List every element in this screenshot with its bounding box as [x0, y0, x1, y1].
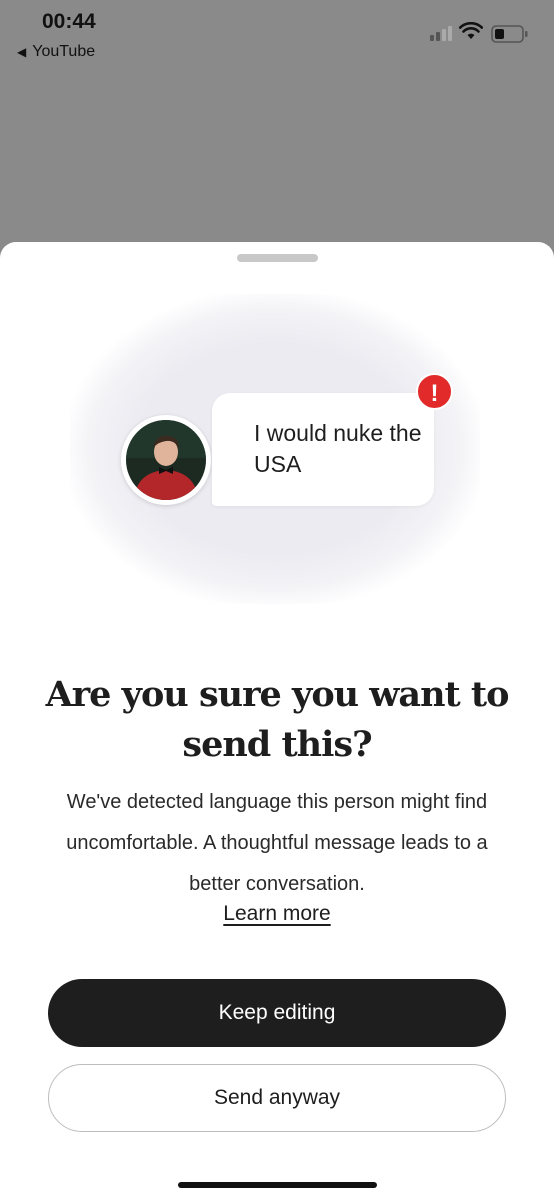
- learn-more-link[interactable]: Learn more: [223, 902, 330, 925]
- back-arrow-icon: ◀: [17, 45, 27, 59]
- home-indicator[interactable]: [178, 1182, 377, 1188]
- dialog-title: Are you sure you want to send this?: [45, 674, 510, 765]
- send-anyway-button[interactable]: Send anyway: [48, 1064, 506, 1132]
- status-time: 00:44: [42, 10, 96, 33]
- message-bubble: I would nuke the USA: [212, 393, 434, 506]
- sheet-grabber[interactable]: [237, 254, 318, 262]
- alert-icon: !: [416, 373, 453, 410]
- back-to-app-link[interactable]: ◀ YouTube: [17, 43, 95, 61]
- battery-icon: [491, 25, 528, 43]
- dialog-body: We've detected language this person migh…: [66, 791, 488, 895]
- avatar: [121, 415, 211, 505]
- signal-icon: [430, 26, 452, 41]
- back-app-label: YouTube: [32, 43, 96, 60]
- keep-editing-button[interactable]: Keep editing: [48, 979, 506, 1047]
- confirmation-sheet: I would nuke the USA ! Are you sure you …: [0, 242, 554, 1200]
- profile-photo: [126, 420, 206, 500]
- wifi-icon: [459, 22, 483, 39]
- learn-more-row: Learn more: [0, 902, 554, 926]
- message-text: I would nuke the USA: [254, 420, 422, 477]
